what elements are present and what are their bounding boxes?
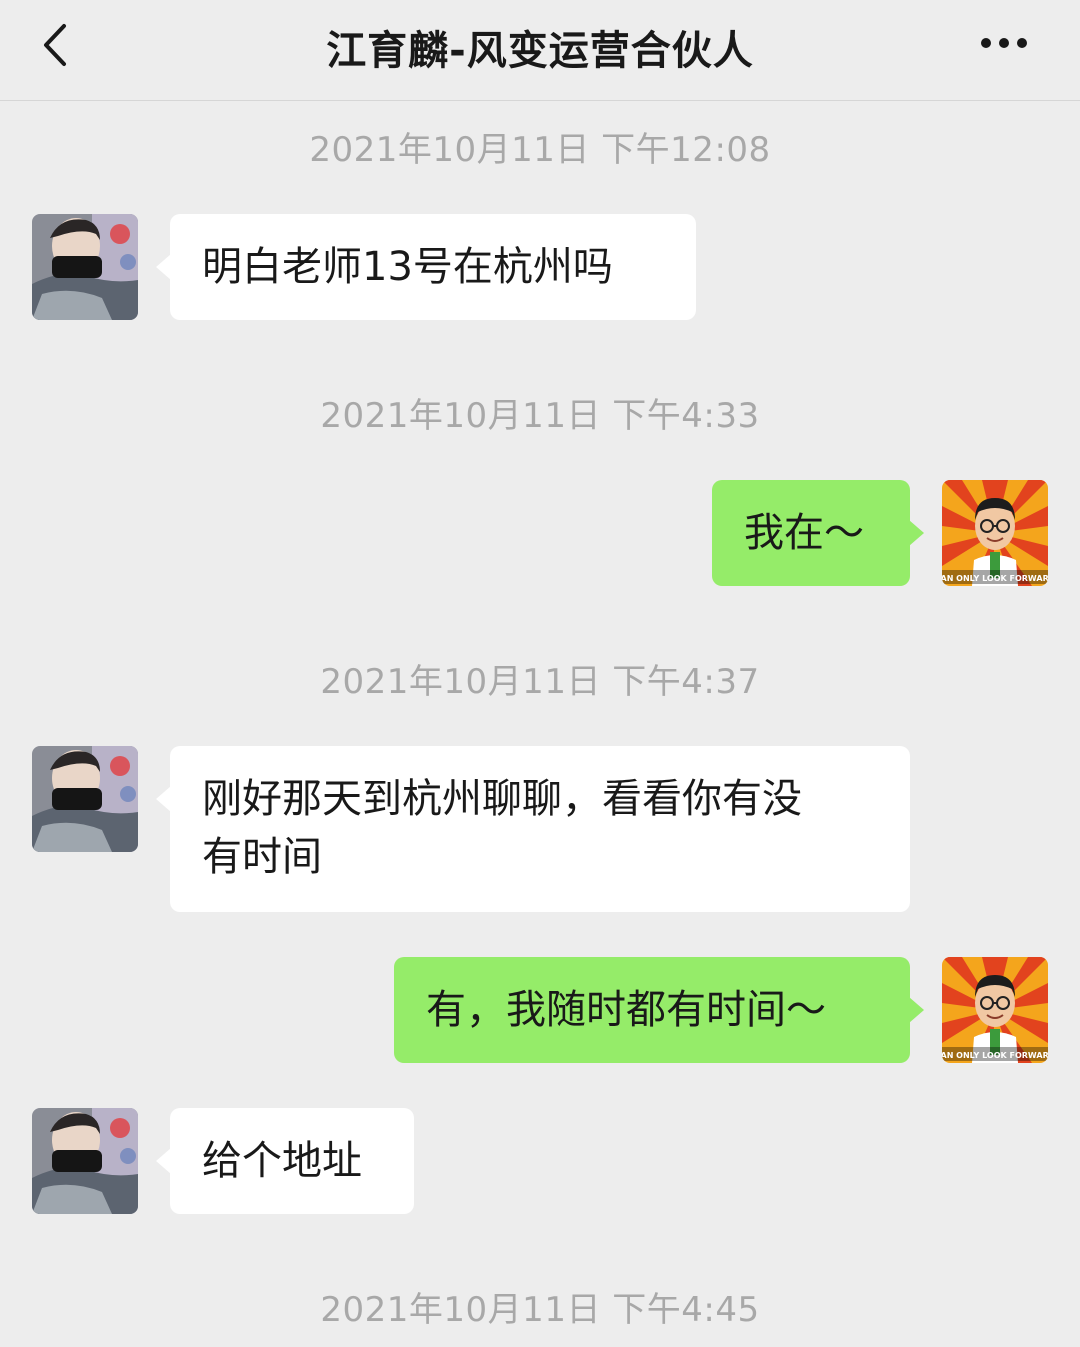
self-avatar[interactable]: CAN ONLY LOOK FORWARD	[942, 957, 1048, 1063]
contact-avatar[interactable]	[32, 214, 138, 320]
contact-avatar[interactable]	[32, 1108, 138, 1214]
chat-header: 江育麟-风变运营合伙人	[0, 0, 1080, 101]
message-timestamp: 2021年10月11日 下午12:08	[309, 130, 771, 170]
contact-avatar-photo	[32, 1108, 138, 1214]
avatar-caption: CAN ONLY LOOK FORWARD	[942, 1051, 1048, 1060]
chat-title: 江育麟-风变运营合伙人	[326, 28, 754, 74]
message-text: 我在～	[744, 510, 864, 556]
incoming-message[interactable]: 刚好那天到杭州聊聊，看看你有没 有时间	[156, 746, 910, 912]
avatar-caption: CAN ONLY LOOK FORWARD	[942, 574, 1048, 583]
message-text: 明白老师13号在杭州吗	[202, 244, 613, 290]
message-timestamp: 2021年10月11日 下午4:37	[320, 662, 760, 702]
message-text: 给个地址	[202, 1138, 362, 1184]
outgoing-message[interactable]: 我在～	[712, 480, 924, 586]
message-text: 有，我随时都有时间～	[426, 987, 826, 1033]
contact-avatar-photo	[32, 746, 138, 852]
message-timestamp: 2021年10月11日 下午4:33	[320, 396, 760, 436]
more-dots-icon	[981, 38, 1027, 48]
message-text-line: 刚好那天到杭州聊聊，看看你有没	[202, 776, 802, 822]
incoming-message[interactable]: 给个地址	[156, 1108, 414, 1214]
more-button[interactable]	[974, 28, 1034, 58]
outgoing-message[interactable]: 有，我随时都有时间～	[394, 957, 924, 1063]
message-text-line: 有时间	[202, 834, 322, 880]
cartoon-avatar: CAN ONLY LOOK FORWARD	[942, 480, 1048, 586]
message-timestamp: 2021年10月11日 下午4:45	[320, 1290, 760, 1330]
contact-avatar-photo	[32, 214, 138, 320]
incoming-message[interactable]: 明白老师13号在杭州吗	[156, 214, 696, 320]
self-avatar[interactable]: CAN ONLY LOOK FORWARD	[942, 480, 1048, 586]
contact-avatar[interactable]	[32, 746, 138, 852]
cartoon-avatar: CAN ONLY LOOK FORWARD	[942, 957, 1048, 1063]
